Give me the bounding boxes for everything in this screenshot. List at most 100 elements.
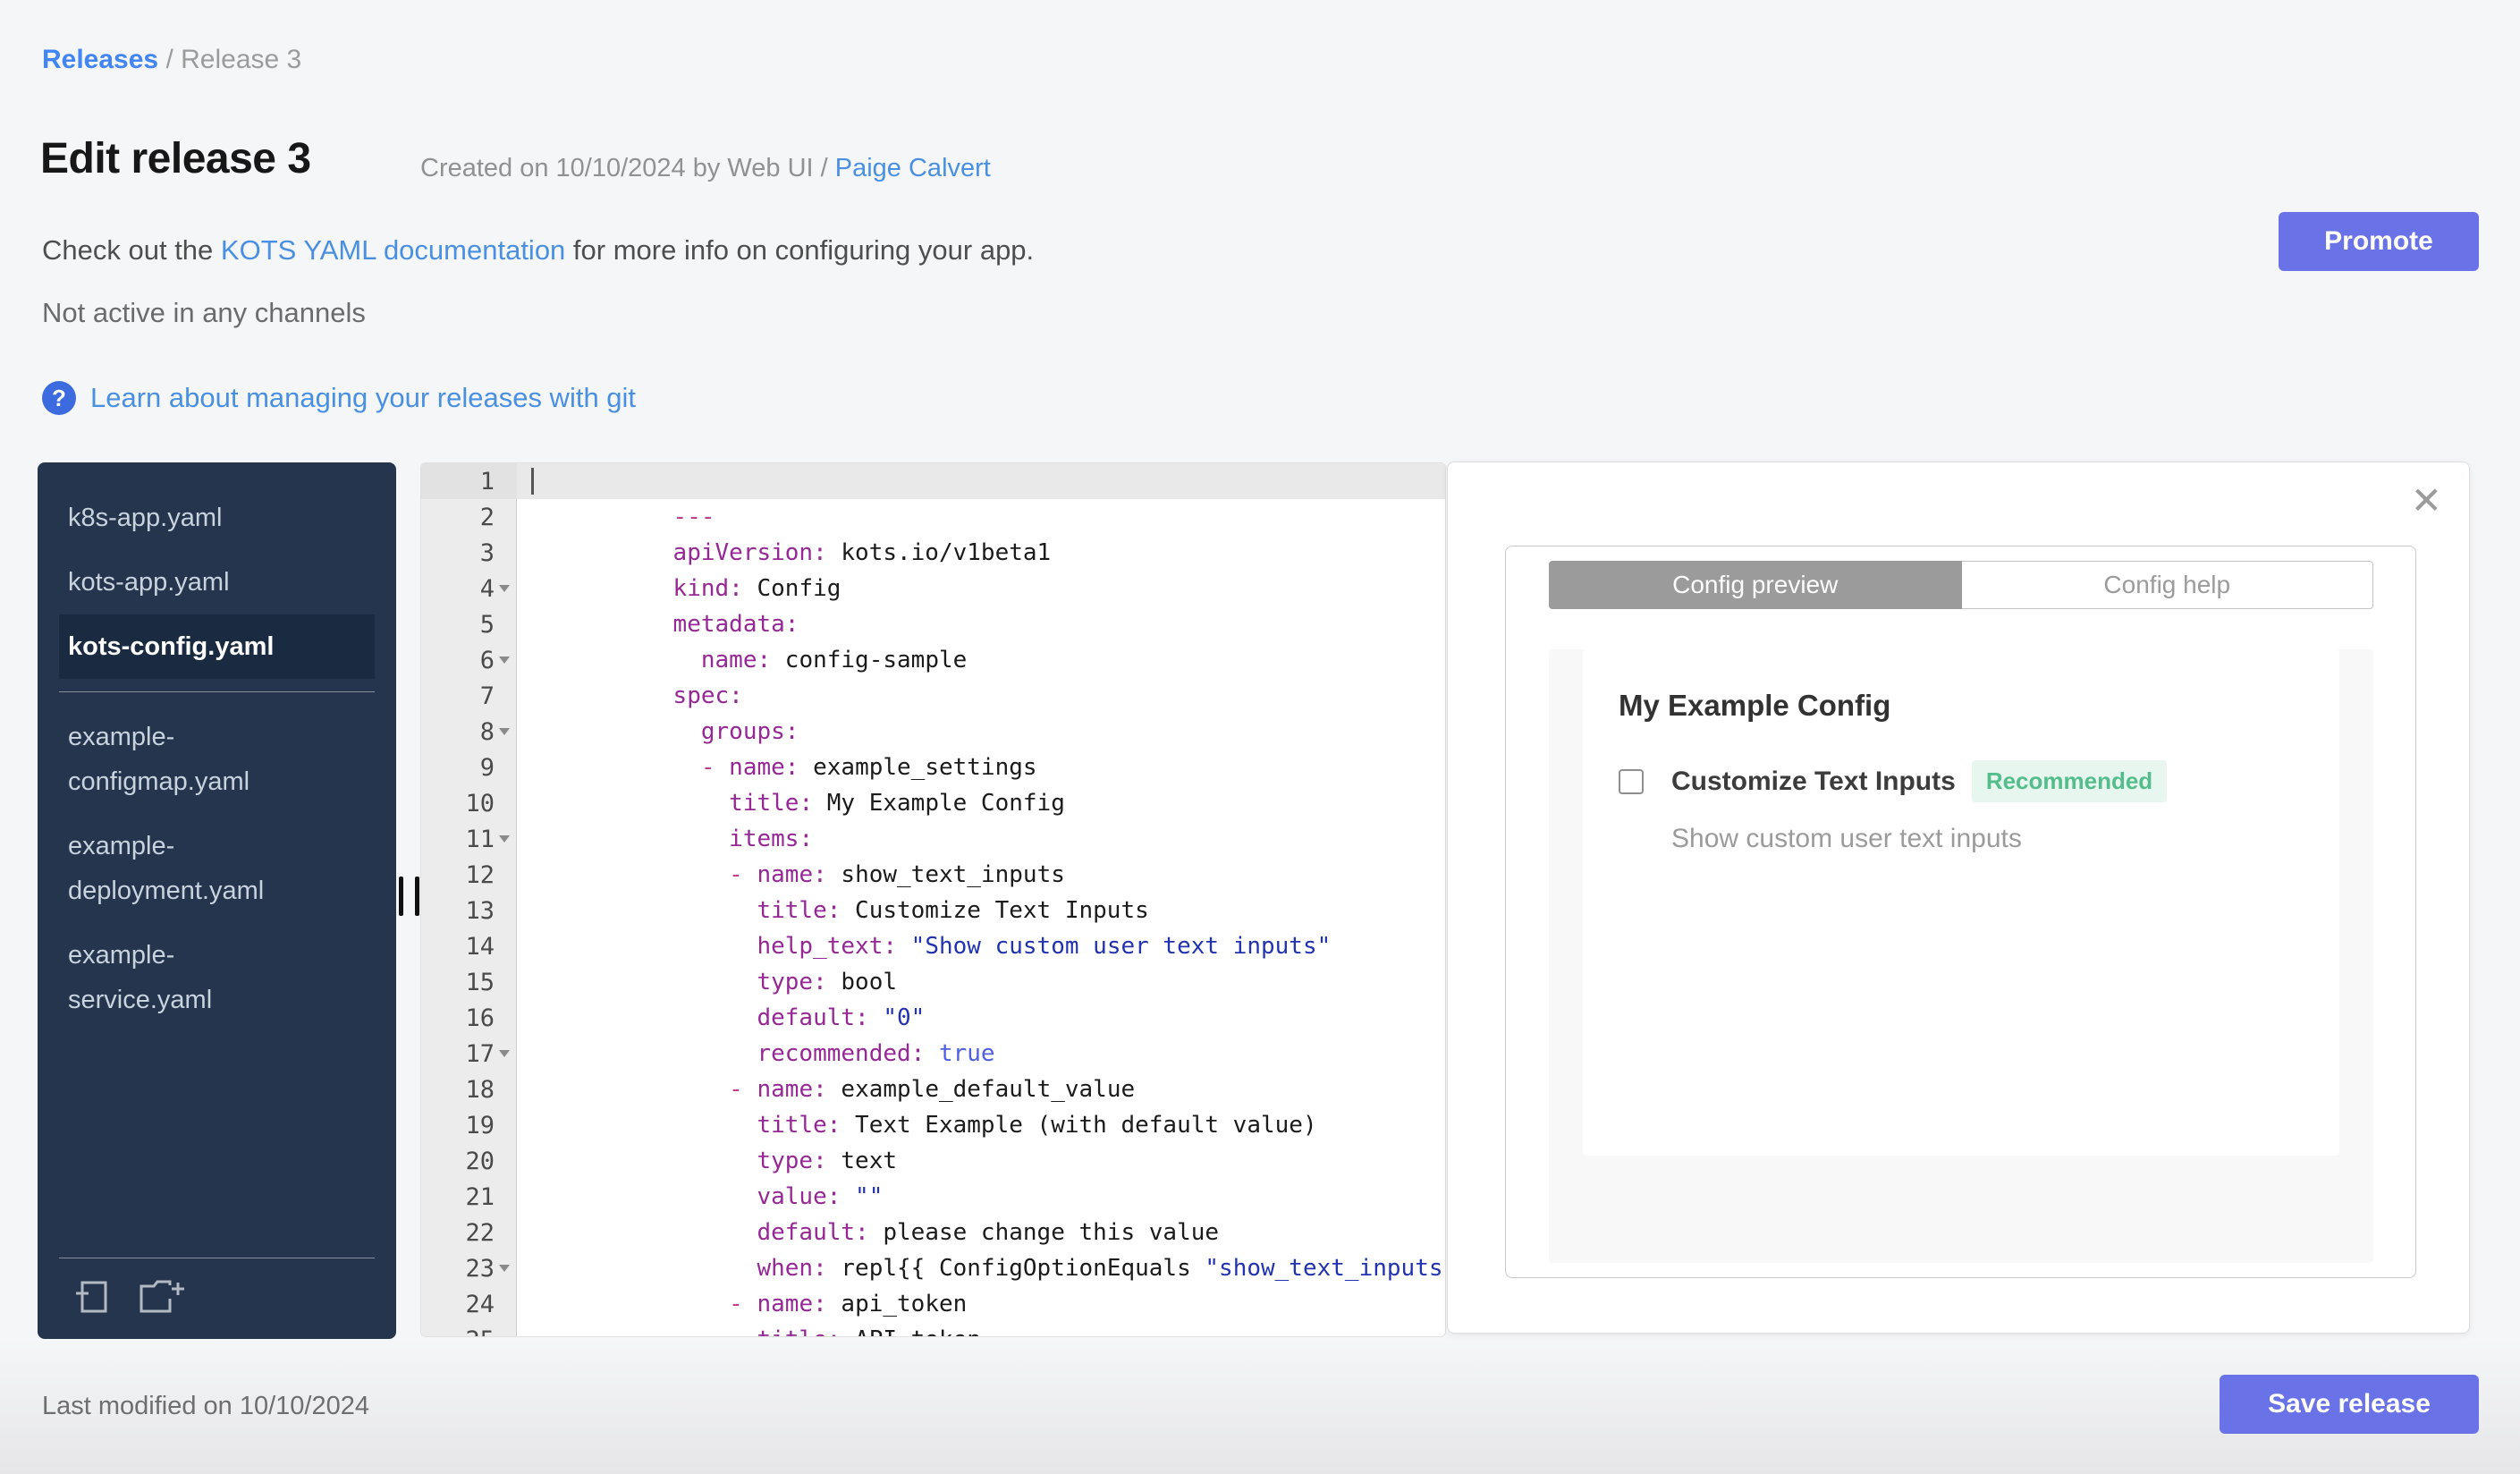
code-text: type: password [517, 1322, 1445, 1336]
line-number-cell: 3 [421, 535, 517, 571]
close-icon[interactable]: ✕ [2411, 482, 2442, 520]
kots-yaml-docs-link[interactable]: KOTS YAML documentation [221, 234, 565, 266]
line-number: 13 [465, 896, 495, 925]
line-number: 10 [465, 789, 495, 817]
docs-suffix: for more info on configuring your app. [565, 234, 1035, 266]
docs-prefix: Check out the [42, 234, 221, 266]
file-item[interactable]: example-service.yaml [59, 923, 327, 1032]
file-sidebar: k8s-app.yaml kots-app.yaml kots-config.y… [38, 462, 396, 1339]
line-number-cell: 17 [421, 1036, 517, 1072]
line-number: 3 [479, 538, 495, 567]
line-number-cell: 4 [421, 571, 517, 606]
config-group-title: My Example Config [1619, 689, 1891, 722]
code-text: title: API token [517, 1286, 1445, 1336]
sidebar-divider [59, 691, 375, 692]
sidebar-footer [59, 1258, 375, 1339]
preview-area: My Example Config Customize Text Inputs … [1549, 649, 2373, 1263]
code-rows: 1 --- 2 apiVersion: kots.io/v1beta1 3 ki… [421, 463, 1445, 1337]
line-number-cell: 20 [421, 1143, 517, 1179]
code-line: 1 --- [421, 463, 1445, 530]
code-line: 7 groups: [421, 678, 1445, 746]
code-line: 14 type: bool [421, 928, 1445, 996]
code-text: title: My Example Config [729, 790, 1065, 817]
line-number-cell: 10 [421, 785, 517, 821]
line-number-cell: 13 [421, 893, 517, 928]
line-number-cell: 25 [421, 1322, 517, 1337]
code-line: 20 value: "" [421, 1143, 1445, 1211]
code-text: metadata: [672, 611, 799, 638]
code-text: - name: example_default_value [729, 1076, 1136, 1103]
text-cursor [531, 468, 534, 495]
recommended-badge: Recommended [1971, 760, 2168, 802]
line-number: 12 [465, 860, 495, 889]
git-help-row: ? Learn about managing your releases wit… [42, 381, 636, 415]
breadcrumb-separator: / [158, 45, 182, 74]
fold-arrow-icon[interactable] [499, 1050, 510, 1057]
code-text: title: Text Example (with default value) [757, 1112, 1317, 1139]
file-plus-icon[interactable] [72, 1278, 111, 1316]
promote-button[interactable]: Promote [2279, 212, 2479, 271]
config-item-label: Customize Text Inputs [1671, 766, 1956, 796]
folder-plus-icon[interactable] [138, 1278, 188, 1316]
page-title: Edit release 3 [40, 135, 311, 182]
code-text: recommended: true [757, 1040, 995, 1067]
line-number: 24 [465, 1290, 495, 1318]
fold-arrow-icon[interactable] [499, 1265, 510, 1272]
line-number-cell: 6 [421, 642, 517, 678]
file-name: example-service.yaml [68, 941, 213, 1014]
line-number-cell: 2 [421, 499, 517, 535]
question-mark-icon[interactable]: ? [42, 381, 76, 415]
tab-config-preview[interactable]: Config preview [1549, 561, 1962, 609]
file-item[interactable]: kots-app.yaml [59, 550, 375, 614]
line-number-cell: 7 [421, 678, 517, 714]
line-number: 14 [465, 932, 495, 961]
file-list-top: k8s-app.yaml kots-app.yaml kots-config.y… [59, 486, 375, 679]
code-text: name: config-sample [700, 647, 968, 673]
customize-text-inputs-checkbox[interactable] [1619, 768, 1644, 794]
file-item[interactable]: example-configmap.yaml [59, 705, 327, 814]
line-number: 21 [465, 1182, 495, 1211]
preview-tabs: Config preview Config help [1549, 561, 2373, 609]
code-editor[interactable]: 1 --- 2 apiVersion: kots.io/v1beta1 3 ki… [420, 462, 1446, 1337]
file-item[interactable]: kots-config.yaml [59, 614, 375, 679]
git-releases-link[interactable]: Learn about managing your releases with … [90, 382, 636, 414]
line-number: 23 [465, 1254, 495, 1283]
code-line: 17 - name: example_default_value [421, 1036, 1445, 1104]
code-line: 16 recommended: true [421, 1000, 1445, 1068]
line-number-cell: 15 [421, 964, 517, 1000]
preview-card: Config preview Config help My Example Co… [1505, 546, 2416, 1278]
code-text: - name: show_text_inputs [729, 861, 1065, 888]
file-item[interactable]: example-deployment.yaml [59, 814, 327, 923]
sidebar-resize-handle[interactable] [399, 877, 419, 916]
file-name: kots-config.yaml [68, 632, 275, 661]
code-line: 24 title: API token [421, 1286, 1445, 1337]
code-line: 23 - name: api_token [421, 1250, 1445, 1318]
line-number: 2 [479, 503, 495, 531]
line-number: 9 [479, 753, 495, 782]
line-number-cell: 23 [421, 1250, 517, 1286]
created-text: Created on 10/10/2024 by Web UI / [420, 154, 835, 182]
file-name: example-deployment.yaml [68, 832, 265, 905]
line-number-cell: 12 [421, 857, 517, 893]
line-number: 5 [479, 610, 495, 639]
fold-arrow-icon[interactable] [499, 728, 510, 735]
line-number: 20 [465, 1147, 495, 1175]
line-number: 16 [465, 1004, 495, 1032]
fold-arrow-icon[interactable] [499, 585, 510, 592]
line-number-cell: 14 [421, 928, 517, 964]
code-text: kind: Config [672, 575, 841, 602]
code-line: 25 type: password [421, 1322, 1445, 1337]
code-line: 11 - name: show_text_inputs [421, 821, 1445, 889]
save-release-button[interactable]: Save release [2220, 1375, 2479, 1434]
docs-line: Check out the KOTS YAML documentation fo… [42, 234, 1034, 267]
fold-arrow-icon[interactable] [499, 657, 510, 664]
fold-arrow-icon[interactable] [499, 835, 510, 843]
file-name: k8s-app.yaml [68, 504, 223, 532]
config-preview-panel: ✕ Config preview Config help My Example … [1447, 462, 2470, 1334]
bottom-gradient [0, 1339, 2520, 1474]
author-link[interactable]: Paige Calvert [835, 154, 991, 182]
file-item[interactable]: k8s-app.yaml [59, 486, 375, 550]
breadcrumb-link-releases[interactable]: Releases [42, 45, 158, 74]
line-number-cell: 21 [421, 1179, 517, 1215]
tab-config-help[interactable]: Config help [1961, 561, 2373, 609]
